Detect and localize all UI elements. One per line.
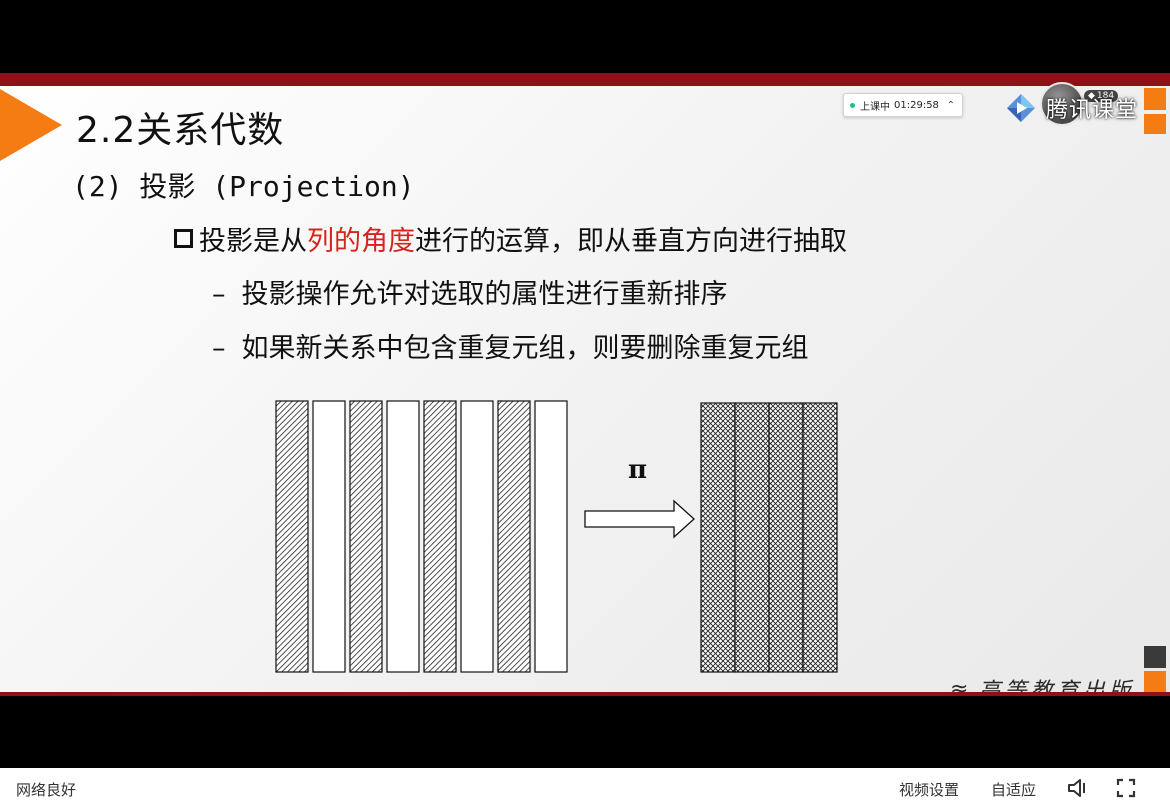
elapsed-time: 01:29:58 [894, 99, 939, 111]
bullet-text-after: 进行的运算，即从垂直方向进行抽取 [415, 226, 847, 257]
dash-icon: – [212, 279, 226, 310]
sub-bullet-text: 如果新关系中包含重复元组，则要删除重复元组 [241, 333, 809, 364]
square-bullet-icon [174, 229, 193, 248]
projected-column [700, 402, 736, 673]
classroom-player: 2.2关系代数 (2) 投影 (Projection) 投影是从 列的角度 进行… [0, 0, 1170, 808]
slide-title: 2.2关系代数 [76, 110, 285, 151]
video-settings-button[interactable]: 视频设置 [899, 779, 959, 800]
slide-subtitle: (2) 投影 (Projection) [72, 170, 415, 203]
projected-column [802, 402, 838, 673]
hatched-column [275, 400, 309, 673]
projection-operator-label: π [628, 455, 647, 485]
brand-watermark: 腾讯课堂 [1004, 86, 1139, 130]
slide-accent-block [1144, 671, 1166, 693]
projected-column [768, 402, 804, 673]
hatched-column [349, 400, 383, 673]
sub-bullet: – 投影操作允许对选取的属性进行重新排序 [212, 272, 728, 311]
fullscreen-icon[interactable] [1115, 777, 1137, 799]
plain-column [386, 400, 420, 673]
hatched-column [423, 400, 457, 673]
right-arrow-icon [584, 499, 695, 539]
slide-accent-block [1144, 646, 1166, 668]
lecture-slide: 2.2关系代数 (2) 投影 (Projection) 投影是从 列的角度 进行… [0, 73, 1170, 696]
speaker-icon[interactable] [1066, 777, 1090, 799]
slide-orange-triangle [0, 89, 62, 161]
sub-bullet: – 如果新关系中包含重复元组，则要删除重复元组 [212, 326, 809, 365]
class-status: 上课中 [860, 101, 890, 113]
sub-bullet-text: 投影操作允许对选取的属性进行重新排序 [241, 279, 728, 310]
class-timer-panel[interactable]: 上课中 01:29:58 ⌃ [843, 93, 963, 117]
slide-accent-block [1144, 114, 1166, 134]
projection-diagram: π [275, 400, 838, 673]
hatched-column [497, 400, 531, 673]
slide-bottom-bar [0, 692, 1170, 696]
dash-icon: – [212, 333, 226, 364]
network-status: 网络良好 [16, 781, 77, 799]
brand-name: 腾讯课堂 [1046, 98, 1139, 123]
projected-column [734, 402, 770, 673]
video-area[interactable]: 2.2关系代数 (2) 投影 (Projection) 投影是从 列的角度 进行… [0, 0, 1170, 768]
plain-column [312, 400, 346, 673]
bullet-text-before: 投影是从 [199, 226, 307, 257]
source-relation [275, 400, 568, 673]
main-bullet: 投影是从 列的角度 进行的运算，即从垂直方向进行抽取 [174, 219, 847, 258]
tencent-classroom-logo-icon [1007, 94, 1035, 122]
live-dot-icon [850, 102, 855, 108]
player-control-bar: 网络良好 视频设置 自适应 [0, 768, 1170, 808]
plain-column [460, 400, 494, 673]
adaptive-button[interactable]: 自适应 [991, 779, 1036, 800]
result-relation [700, 402, 838, 673]
bullet-text-highlight: 列的角度 [307, 226, 415, 257]
slide-top-bar [0, 73, 1170, 86]
plain-column [534, 400, 568, 673]
chevron-up-icon[interactable]: ⌃ [947, 100, 955, 111]
slide-accent-block [1144, 88, 1166, 110]
